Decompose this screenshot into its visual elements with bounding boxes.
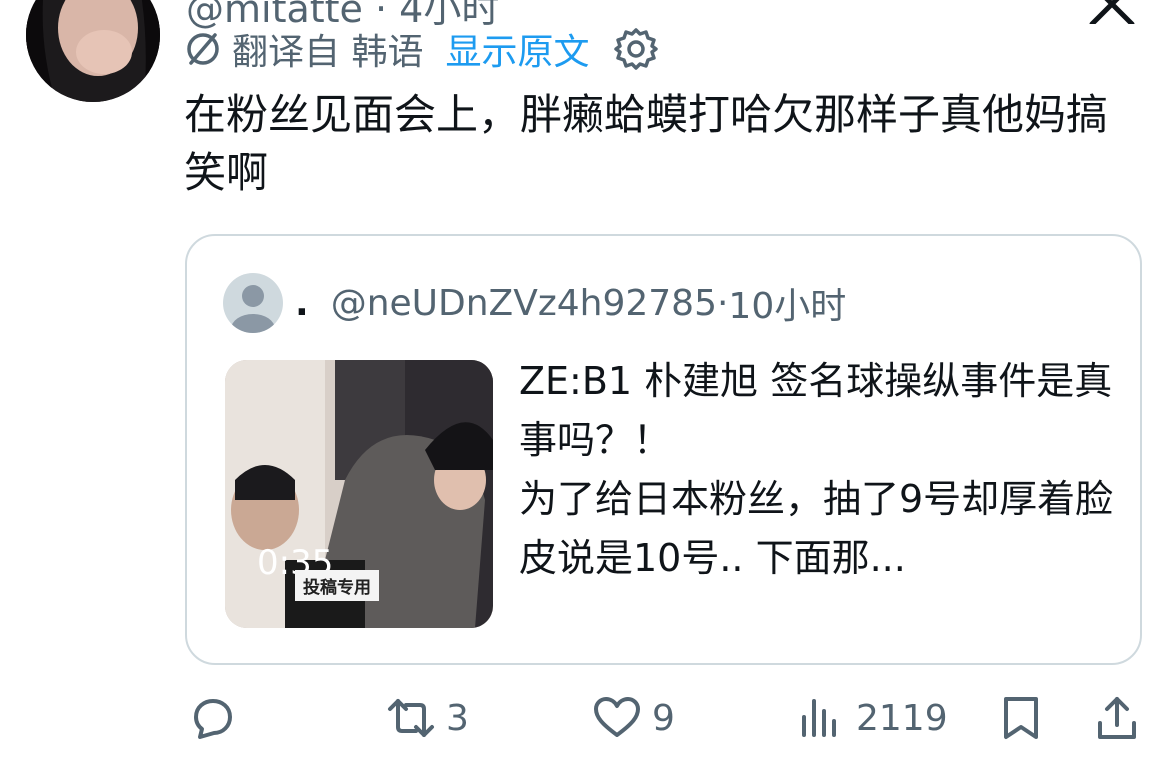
- avatar[interactable]: [26, 0, 160, 102]
- views-icon: [802, 699, 836, 737]
- post-text: 在粉丝见面会上，胖癞蛤蟆打哈欠那样子真他妈搞笑啊: [184, 90, 1109, 197]
- reply-icon: [194, 699, 232, 739]
- share-button[interactable]: [1092, 690, 1142, 746]
- quoted-post-text: ZE:B1 朴建旭 签名球操纵事件是真事吗？！ 为了给日本粉丝，抽了9号却厚着脸…: [519, 352, 1119, 588]
- quoted-post-card[interactable]: . @neUDnZVz4h92785 · 10小时 0:35 投稿专用 ZE:B…: [185, 234, 1142, 665]
- quoted-avatar[interactable]: [223, 273, 283, 333]
- show-original-link[interactable]: 显示原文: [445, 23, 589, 75]
- share-icon: [1098, 697, 1136, 739]
- retweet-icon: [388, 699, 434, 737]
- post-page: @mitatte · 4小时 翻译自 韩语 显示原文 在粉丝见面会上，胖癞蛤蟆打…: [0, 0, 1170, 766]
- quoted-separator: ·: [716, 282, 729, 324]
- video-watermark: 投稿专用: [295, 570, 379, 601]
- like-button[interactable]: 9: [592, 690, 675, 746]
- bookmark-button[interactable]: [996, 690, 1046, 746]
- quoted-display-name: .: [295, 282, 309, 324]
- close-icon[interactable]: [1086, 0, 1138, 24]
- views-button[interactable]: 2119: [796, 690, 948, 746]
- translated-from-label: 翻译自 韩语: [232, 32, 424, 73]
- quoted-post-header: . @neUDnZVz4h92785 · 10小时: [223, 272, 846, 334]
- translation-bar: 翻译自 韩语 显示原文: [184, 24, 659, 74]
- retweet-count: 3: [446, 697, 469, 739]
- quoted-handle: @neUDnZVz4h92785: [330, 282, 717, 324]
- reply-button[interactable]: [186, 690, 246, 746]
- heart-icon: [594, 697, 640, 737]
- bookmark-icon: [1004, 697, 1038, 739]
- action-bar: 3 9 2119: [0, 690, 1170, 746]
- quoted-text-body: ZE:B1 朴建旭 签名球操纵事件是真事吗？！ 为了给日本粉丝，抽了9号却厚着脸…: [519, 359, 1114, 580]
- gear-icon[interactable]: [613, 26, 659, 72]
- translate-icon: [187, 33, 219, 65]
- quoted-video-thumbnail[interactable]: 0:35 投稿专用: [225, 360, 493, 628]
- retweet-button[interactable]: 3: [386, 690, 469, 746]
- views-count: 2119: [856, 697, 948, 739]
- quoted-time: 10小时: [728, 286, 847, 327]
- like-count: 9: [652, 697, 675, 739]
